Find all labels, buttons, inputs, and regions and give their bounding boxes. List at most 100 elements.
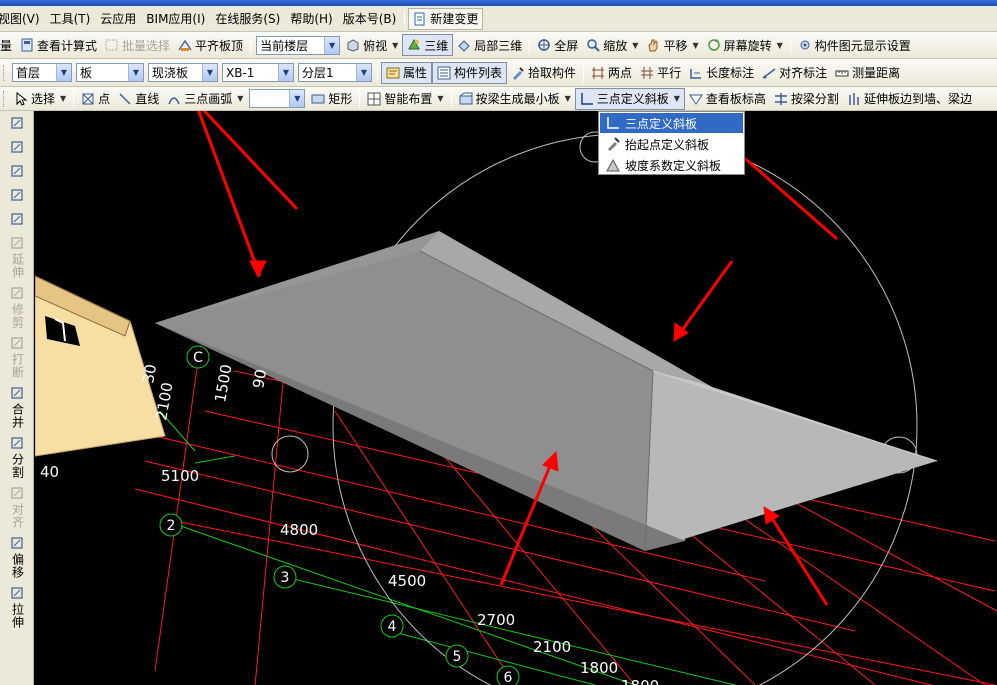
- drawing-viewport[interactable]: C 2 3 4 5 6 2100 1500 90 5100 4800 4500 …: [35, 111, 997, 685]
- three-d-icon: [407, 38, 421, 52]
- menu-cloud[interactable]: 云应用: [95, 8, 141, 30]
- three-d-label: 三维: [424, 38, 449, 53]
- left-tool-move[interactable]: [0, 183, 34, 207]
- left-tool-stretch[interactable]: 拉伸: [0, 581, 34, 631]
- left-tool-extend[interactable]: 延伸: [0, 231, 34, 281]
- three-point-slope-button[interactable]: 三点定义斜板 ▼: [574, 87, 685, 110]
- option-label: 三点定义斜板: [625, 116, 698, 131]
- dim-label: 40: [40, 463, 59, 481]
- left-tool-merge[interactable]: 合并: [0, 381, 34, 431]
- menu-help[interactable]: 帮助(H): [285, 8, 337, 30]
- menu-tools[interactable]: 工具(T): [45, 8, 96, 30]
- option-three-point-slope[interactable]: 三点定义斜板: [600, 113, 743, 133]
- truncated-button[interactable]: 量: [0, 34, 16, 56]
- axis-bubble-2[interactable]: 2: [159, 513, 183, 537]
- length-dim-button[interactable]: 长度标注: [685, 62, 758, 84]
- option-slope-coefficient[interactable]: 坡度系数定义斜板: [600, 155, 743, 175]
- separator: [359, 89, 361, 108]
- by-beam-button[interactable]: 按梁生成最小板 ▼: [455, 88, 575, 110]
- orbit-handle-left[interactable]: [271, 435, 309, 473]
- type-select[interactable]: 现浇板 ▼: [148, 63, 218, 82]
- move-icon: [10, 188, 24, 202]
- left-tool-rotate[interactable]: [0, 207, 34, 231]
- left-tool-label: 偏移: [10, 553, 25, 579]
- hand-icon: [646, 38, 660, 52]
- caret-down-icon: ▼: [392, 40, 399, 50]
- left-tool-mirror[interactable]: [0, 159, 34, 183]
- new-change-button[interactable]: 新建变更: [408, 7, 484, 30]
- option-raise-point-slope[interactable]: 抬起点定义斜板: [600, 134, 743, 154]
- axis-bubble-5[interactable]: 5: [445, 644, 469, 668]
- menu-version[interactable]: 版本号(B): [338, 8, 402, 30]
- extend-icon: [10, 236, 24, 250]
- smart-layout-button[interactable]: 智能布置 ▼: [363, 88, 447, 110]
- left-tool-break[interactable]: 打断: [0, 331, 34, 381]
- axis-bubble-4[interactable]: 4: [380, 614, 404, 638]
- properties-button[interactable]: 属性: [381, 61, 433, 84]
- left-tool-offset[interactable]: 偏移: [0, 531, 34, 581]
- toolbar-view: 量 查看计算式 批量选择 平齐板顶 当前楼层 ▼ 俯视 ▼ 三维 局部三维 全屏 缩…: [0, 32, 997, 59]
- mirror-icon: [10, 164, 24, 178]
- floor-select[interactable]: 首层 ▼: [12, 63, 72, 82]
- left-tool-label: 合并: [10, 403, 25, 429]
- left-tool-split[interactable]: 分割: [0, 431, 34, 481]
- axis-bubble-3[interactable]: 3: [273, 565, 297, 589]
- view-elevation-button[interactable]: 查看板标高: [685, 88, 770, 110]
- chevron-down-icon: ▼: [356, 64, 371, 81]
- view-formula-button[interactable]: 查看计算式: [16, 34, 101, 56]
- line-button[interactable]: 直线: [114, 88, 163, 110]
- pen-icon: [10, 116, 24, 130]
- parallel-button[interactable]: 平行: [636, 62, 685, 84]
- two-points-button[interactable]: 两点: [587, 62, 636, 84]
- batch-select-button[interactable]: 批量选择: [101, 34, 174, 56]
- menu-online-service[interactable]: 在线服务(S): [210, 8, 285, 30]
- extend-button[interactable]: 延伸板边到墙、梁边: [843, 88, 976, 110]
- left-tool-label: 分割: [10, 453, 25, 479]
- toolbar-grip: [3, 90, 6, 107]
- three-d-button[interactable]: 三维: [402, 34, 454, 56]
- screen-rotate-button[interactable]: 屏幕旋转 ▼: [703, 34, 787, 56]
- slope-mode-dropdown: 三点定义斜板 抬起点定义斜板 坡度系数定义斜板: [598, 111, 745, 175]
- pan-button[interactable]: 平移 ▼: [642, 34, 702, 56]
- caret-down-icon: ▼: [673, 94, 680, 103]
- left-tool-pen[interactable]: [0, 111, 34, 135]
- left-tool-erase[interactable]: [0, 135, 34, 159]
- category-select[interactable]: 板 ▼: [76, 63, 144, 82]
- arc-button[interactable]: 三点画弧 ▼: [163, 88, 247, 110]
- axis-bubble-c[interactable]: C: [186, 345, 210, 369]
- arc-mode-select[interactable]: ▼: [249, 89, 306, 108]
- left-tool-trim[interactable]: 修剪: [0, 281, 34, 331]
- rect-button[interactable]: 矩形: [307, 88, 356, 110]
- fullscreen-button[interactable]: 全屏: [533, 34, 582, 56]
- pick-component-button[interactable]: 拾取构件: [507, 62, 580, 84]
- beam-split-button[interactable]: 按梁分割: [770, 88, 843, 110]
- fullscreen-label: 全屏: [554, 38, 579, 53]
- length-dim-icon: [689, 66, 703, 80]
- align-dim-button[interactable]: 对齐标注: [758, 62, 831, 84]
- separator: [450, 89, 452, 108]
- zoom-button[interactable]: 缩放 ▼: [582, 34, 642, 56]
- layer-select[interactable]: 分层1 ▼: [298, 63, 372, 82]
- left-tool-label: 拉伸: [10, 603, 25, 629]
- select-button[interactable]: 选择 ▼: [10, 88, 70, 110]
- left-tool-align[interactable]: 对齐: [0, 481, 34, 531]
- top-view-button[interactable]: 俯视 ▼: [342, 34, 402, 56]
- floor-scope-select[interactable]: 当前楼层 ▼: [256, 35, 341, 55]
- three-point-slope-label: 三点定义斜板: [596, 92, 669, 106]
- menu-bim[interactable]: BIM应用(I): [141, 8, 210, 30]
- local-3d-button[interactable]: 局部三维: [453, 34, 526, 56]
- left-tool-label: 打断: [10, 353, 25, 379]
- component-select[interactable]: XB-1 ▼: [222, 63, 294, 82]
- component-list-button[interactable]: 构件列表: [432, 61, 508, 84]
- line-label: 直线: [135, 92, 160, 106]
- chevron-down-icon: ▼: [278, 64, 293, 81]
- caret-down-icon: ▼: [564, 94, 571, 103]
- align-slab-top-button[interactable]: 平齐板顶: [174, 34, 247, 56]
- raise-point-icon: [606, 137, 620, 151]
- point-button[interactable]: 点: [77, 88, 114, 110]
- measure-distance-button[interactable]: 测量距离: [831, 62, 904, 84]
- display-settings-button[interactable]: 构件图元显示设置: [794, 34, 915, 56]
- menu-view[interactable]: 视图(V): [0, 8, 45, 30]
- axis-bubble-6[interactable]: 6: [496, 665, 520, 685]
- document-icon: [413, 12, 427, 26]
